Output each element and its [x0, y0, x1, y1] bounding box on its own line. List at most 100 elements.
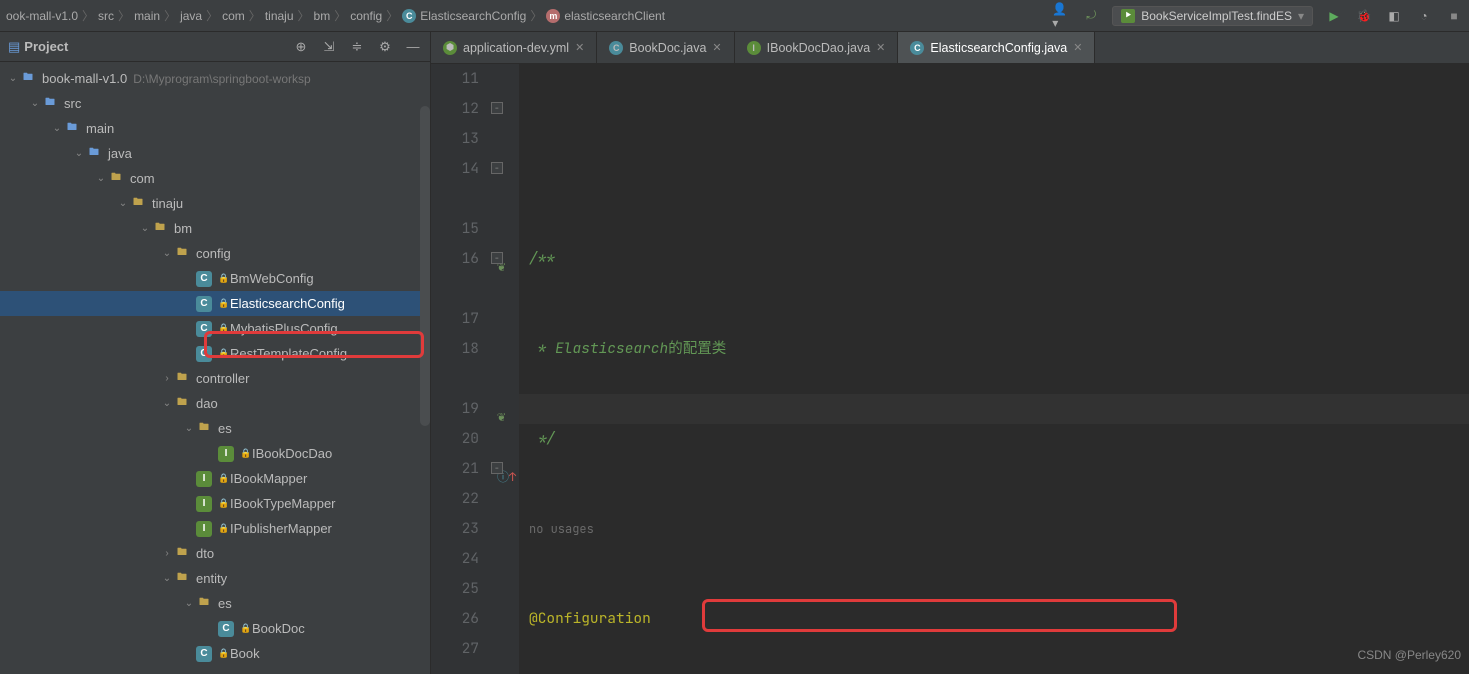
- usages-hint[interactable]: no usages: [529, 514, 594, 544]
- editor-tab[interactable]: CBookDoc.java✕: [597, 32, 734, 63]
- breadcrumb-item[interactable]: tinaju: [265, 9, 294, 23]
- breadcrumb-item[interactable]: elasticsearchClient: [564, 9, 665, 23]
- tree-item-label: IPublisherMapper: [230, 521, 332, 536]
- fold-marker[interactable]: −: [491, 162, 503, 174]
- tree-item[interactable]: ›🖿controller: [0, 366, 430, 391]
- code-area[interactable]: 1112131415161718192021222324252627 ❦ ❦ ⓘ…: [431, 64, 1469, 674]
- run-icon[interactable]: ▶: [1325, 7, 1343, 25]
- tree-item-label: config: [196, 246, 231, 261]
- profile-icon[interactable]: ◔: [1415, 7, 1433, 25]
- tree-item[interactable]: ⌄🖿es: [0, 416, 430, 441]
- close-icon[interactable]: ✕: [876, 41, 885, 54]
- tree-item[interactable]: C🔒BmWebConfig: [0, 266, 430, 291]
- tree-arrow-icon[interactable]: ⌄: [182, 423, 196, 434]
- breadcrumb-item[interactable]: java: [180, 9, 202, 23]
- stop-icon[interactable]: ■: [1445, 7, 1463, 25]
- tree-item[interactable]: C🔒MybatisPlusConfig: [0, 316, 430, 341]
- editor-tab[interactable]: IIBookDocDao.java✕: [735, 32, 899, 63]
- project-tree[interactable]: ⌄🖿book-mall-v1.0D:\Myprogram\springboot-…: [0, 62, 430, 674]
- close-icon[interactable]: ✕: [575, 41, 584, 54]
- tree-item[interactable]: ⌄🖿main: [0, 116, 430, 141]
- tree-item[interactable]: ⌄🖿src: [0, 91, 430, 116]
- comment: */: [529, 424, 555, 454]
- fold-marker[interactable]: −: [491, 102, 503, 114]
- tree-item[interactable]: ⌄🖿tinaju: [0, 191, 430, 216]
- select-opened-icon[interactable]: ⊕: [292, 38, 310, 56]
- scrollbar[interactable]: [420, 106, 430, 426]
- hide-icon[interactable]: —: [404, 38, 422, 56]
- tree-arrow-icon[interactable]: ⌄: [72, 148, 86, 159]
- interface-icon: I: [196, 471, 212, 487]
- tree-arrow-icon[interactable]: ⌄: [94, 173, 108, 184]
- tree-arrow-icon[interactable]: ⌄: [182, 598, 196, 609]
- editor-tab[interactable]: ⬢application-dev.yml✕: [431, 32, 597, 63]
- tree-item[interactable]: C🔒RestTemplateConfig: [0, 341, 430, 366]
- tree-item[interactable]: ⌄🖿com: [0, 166, 430, 191]
- tree-item[interactable]: ⌄🖿bm: [0, 216, 430, 241]
- tree-arrow-icon[interactable]: ›: [160, 548, 174, 559]
- folder-icon: 🖿: [196, 596, 212, 612]
- expand-all-icon[interactable]: ⇲: [320, 38, 338, 56]
- breadcrumb-item[interactable]: com: [222, 9, 245, 23]
- project-icon: ▤: [8, 39, 20, 55]
- tree-arrow-icon[interactable]: ›: [160, 373, 174, 384]
- breadcrumb-item[interactable]: ElasticsearchConfig: [420, 9, 526, 23]
- tree-arrow-icon[interactable]: ⌄: [160, 573, 174, 584]
- lock-icon: 🔒: [218, 498, 228, 509]
- users-icon[interactable]: 👤▾: [1052, 7, 1070, 25]
- tree-arrow-icon[interactable]: ⌄: [138, 223, 152, 234]
- tree-arrow-icon[interactable]: ⌄: [50, 123, 64, 134]
- collapse-all-icon[interactable]: ≑: [348, 38, 366, 56]
- tree-item-label: IBookTypeMapper: [230, 496, 336, 511]
- project-panel-title[interactable]: Project: [24, 39, 292, 54]
- breadcrumb[interactable]: ook-mall-v1.0〉src〉main〉java〉com〉tinaju〉b…: [6, 7, 1052, 24]
- interface-icon: I: [196, 521, 212, 537]
- line-number: 27: [431, 634, 479, 664]
- close-icon[interactable]: ✕: [1073, 41, 1082, 54]
- tree-item[interactable]: ⌄🖿es: [0, 591, 430, 616]
- code-content[interactable]: /** * Elasticsearch的配置类 */ no usages @Co…: [519, 64, 1469, 674]
- breadcrumb-item[interactable]: main: [134, 9, 160, 23]
- breadcrumb-item[interactable]: src: [98, 9, 114, 23]
- tree-item[interactable]: C🔒BookDoc: [0, 616, 430, 641]
- class-icon: C: [196, 346, 212, 362]
- tab-label: application-dev.yml: [463, 41, 569, 55]
- breadcrumb-item[interactable]: bm: [314, 9, 331, 23]
- lock-icon: 🔒: [218, 298, 228, 309]
- tree-arrow-icon[interactable]: ⌄: [6, 73, 20, 84]
- lock-icon: 🔒: [218, 473, 228, 484]
- gear-icon[interactable]: ⚙: [376, 38, 394, 56]
- build-icon[interactable]: ⤾: [1082, 7, 1100, 25]
- tree-item[interactable]: ›🖿dto: [0, 541, 430, 566]
- tree-item[interactable]: I🔒IBookMapper: [0, 466, 430, 491]
- tree-arrow-icon[interactable]: ⌄: [160, 398, 174, 409]
- tree-item-label: book-mall-v1.0: [42, 71, 127, 86]
- tree-item[interactable]: I🔒IPublisherMapper: [0, 516, 430, 541]
- folder-icon: 🖿: [152, 221, 168, 237]
- tree-item[interactable]: ⌄🖿book-mall-v1.0D:\Myprogram\springboot-…: [0, 66, 430, 91]
- run-config-selector[interactable]: ⯈ BookServiceImplTest.findES ▾: [1112, 6, 1313, 26]
- tree-item[interactable]: ⌄🖿entity: [0, 566, 430, 591]
- tree-item[interactable]: ⌄🖿dao: [0, 391, 430, 416]
- fold-marker[interactable]: −: [491, 252, 503, 264]
- line-number: 12: [431, 94, 479, 124]
- lock-icon: 🔒: [218, 323, 228, 334]
- breadcrumb-item[interactable]: ook-mall-v1.0: [6, 9, 78, 23]
- fold-marker[interactable]: −: [491, 462, 503, 474]
- tree-item[interactable]: I🔒IBookTypeMapper: [0, 491, 430, 516]
- debug-icon[interactable]: 🐞: [1355, 7, 1373, 25]
- tree-item[interactable]: ⌄🖿java: [0, 141, 430, 166]
- tree-arrow-icon[interactable]: ⌄: [116, 198, 130, 209]
- tree-arrow-icon[interactable]: ⌄: [28, 98, 42, 109]
- breadcrumb-item[interactable]: config: [350, 9, 382, 23]
- tree-arrow-icon[interactable]: ⌄: [160, 248, 174, 259]
- close-icon[interactable]: ✕: [712, 41, 721, 54]
- tree-item[interactable]: I🔒IBookDocDao: [0, 441, 430, 466]
- folder-icon: 🖿: [20, 71, 36, 87]
- editor-tab[interactable]: CElasticsearchConfig.java✕: [898, 32, 1095, 63]
- tree-item[interactable]: C🔒Book: [0, 641, 430, 666]
- coverage-icon[interactable]: ◧: [1385, 7, 1403, 25]
- line-gutter: 1112131415161718192021222324252627: [431, 64, 491, 674]
- tree-item[interactable]: ⌄🖿config: [0, 241, 430, 266]
- tree-item[interactable]: C🔒ElasticsearchConfig: [0, 291, 430, 316]
